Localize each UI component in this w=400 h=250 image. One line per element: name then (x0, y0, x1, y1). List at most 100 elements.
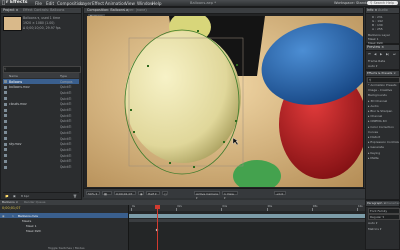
project-search-input[interactable]: ⚲ (3, 66, 81, 73)
tab-effects-presets[interactable]: Effects & Presets × (367, 71, 396, 75)
font-style-select[interactable]: Regular ▾ (368, 214, 400, 220)
viewer-controls: 50% ▾ ▦ 0;00;01;07 ◉ Half ▾ ▢ Active Cam… (84, 188, 365, 200)
next-frame-button[interactable]: ▶| (386, 52, 389, 56)
tab-render-queue[interactable]: Render Queue (24, 200, 46, 204)
project-item[interactable]: QuickTi (3, 96, 79, 101)
project-item[interactable]: QuickTi (3, 153, 79, 158)
comp-name-info: Balloons ▾, used 1 time (23, 16, 61, 20)
layer-property-row[interactable]: Mask Path (0, 228, 128, 233)
new-folder-icon[interactable]: 📁 (5, 194, 9, 198)
project-item[interactable]: QuickTi (3, 130, 79, 135)
project-item[interactable]: QuickTi (3, 108, 79, 113)
effects-item[interactable]: ▸ Channel (368, 114, 382, 118)
layer-row[interactable]: ◉ 1 Balloons.mov (0, 213, 128, 218)
menu-edit[interactable]: Edit (46, 1, 54, 6)
search-icon: ⚲ (4, 67, 7, 71)
toggle-switches-modes[interactable]: Toggle Switches / Modes (48, 246, 85, 250)
effects-item[interactable]: ▸ Keying (368, 151, 380, 155)
effects-item[interactable]: ▸ Expression Controls (368, 140, 399, 144)
project-item[interactable]: QuickTi (3, 147, 79, 152)
current-time-indicator-head[interactable] (155, 205, 160, 209)
new-comp-icon[interactable]: ▣ (13, 194, 16, 198)
effects-item[interactable]: Backgrounds (368, 93, 387, 97)
menu-help[interactable]: Help (152, 1, 162, 6)
last-frame-button[interactable]: ⏭ (393, 52, 396, 56)
first-frame-button[interactable]: ⏮ (368, 52, 371, 56)
effects-item[interactable]: ▸ CINEMA 4D (368, 119, 387, 123)
tab-preview[interactable]: Preview × (367, 45, 384, 49)
project-item[interactable]: clouds.mov QuickTi (3, 102, 79, 107)
menu-layer[interactable]: Layer (80, 1, 92, 6)
trash-icon[interactable]: 🗑 (73, 194, 77, 198)
tab-timeline-balloons[interactable]: Balloons × (2, 200, 18, 204)
bit-depth-label[interactable]: 8 bpc (21, 194, 29, 198)
grid-icon[interactable]: ▦ (102, 191, 112, 196)
timeline-layer-panel: 0;00;01;07 ◉ 1 Balloons.mov Masks Mask 1 Mask… (0, 205, 129, 250)
tab-composition[interactable]: Composition: Balloons × (87, 8, 129, 12)
timeline-timecode[interactable]: 0;00;01;07 (2, 206, 21, 210)
composition-frame[interactable] (87, 16, 363, 187)
current-time-indicator[interactable] (157, 205, 158, 250)
tab-layer[interactable]: Layer: (none) (124, 8, 147, 12)
leading-select[interactable]: Auto ▾ (368, 221, 377, 225)
ruler-tick (266, 208, 268, 211)
effects-item[interactable]: ▸ Distort (368, 135, 380, 139)
project-item[interactable]: QuickTi (3, 113, 79, 118)
project-item[interactable]: QuickTi (3, 136, 79, 141)
camera-select[interactable]: Active Camera ▾ (194, 191, 220, 200)
tab-paragraph[interactable]: Paragraph × (367, 201, 386, 205)
menu-view[interactable]: View (125, 1, 135, 6)
project-item[interactable]: QuickTi (3, 90, 79, 95)
layer-property-row[interactable]: Mask 1 (0, 223, 128, 228)
col-type-header[interactable]: Type (60, 74, 67, 78)
timeline-track-area[interactable]: 0s 02s 04s 06s 08s 10s (129, 205, 365, 250)
time-ruler[interactable]: 0s 02s 04s 06s 08s 10s (129, 205, 365, 211)
project-item[interactable]: QuickTi (3, 165, 79, 170)
tab-info[interactable]: Info × (367, 8, 377, 12)
visibility-eye-icon[interactable]: ◉ (2, 214, 5, 218)
effects-item[interactable]: * Animation Presets (368, 83, 397, 87)
search-help-input[interactable]: ⚲ Search Help (367, 0, 398, 6)
effects-item[interactable]: ▸ 3D Channel (368, 99, 387, 103)
resolution-select[interactable]: Half ▾ (146, 191, 160, 196)
layer-duration-bar[interactable] (129, 214, 365, 218)
project-item-name: clouds.mov (9, 102, 27, 107)
project-tabbar: Project × Effect Controls: Balloons (1, 8, 81, 14)
tab-effect-controls[interactable]: Effect Controls: Balloons (23, 8, 64, 12)
snapshot-icon[interactable]: ◉ (138, 191, 144, 196)
app-name[interactable]: r Effects (6, 0, 28, 5)
tab-character[interactable]: Character (385, 201, 400, 205)
col-name-header[interactable]: Name (9, 74, 18, 78)
zoom-select[interactable]: 50% ▾ (86, 191, 100, 196)
viewer-timecode[interactable]: 0;00;01;07 (114, 191, 136, 196)
effects-item[interactable]: ▸ Blur & Sharpen (368, 109, 392, 113)
region-icon[interactable]: ▢ (162, 191, 168, 196)
project-item[interactable]: Balloons Compos (3, 79, 79, 84)
exposure-value[interactable]: +0.0 (274, 191, 286, 196)
kerning-select[interactable]: Metrics ▾ (368, 227, 381, 231)
effects-item[interactable]: ▸ Matte (368, 156, 379, 160)
effects-item[interactable]: Image - Creative (368, 88, 392, 92)
tab-project[interactable]: Project × (3, 8, 19, 12)
footage-icon (4, 119, 7, 123)
project-item[interactable]: balloons.mov QuickTi (3, 85, 79, 90)
menu-animation[interactable]: Animation (105, 1, 126, 6)
effects-item[interactable]: ▸ Color Correction (368, 125, 394, 129)
layer-property-row[interactable]: Masks (0, 218, 128, 223)
views-select[interactable]: 1 View ▾ (222, 191, 238, 200)
play-button[interactable]: ▶ (380, 52, 382, 56)
project-item[interactable]: QuickTi (3, 119, 79, 124)
composition-image (87, 16, 363, 187)
project-item[interactable]: QuickTi (3, 125, 79, 130)
frame-rate-select[interactable]: Auto ▾ (368, 64, 377, 68)
menu-file[interactable]: File (35, 1, 42, 6)
effects-item[interactable]: ▸ Generate (368, 145, 384, 149)
menu-effect[interactable]: Effect (92, 1, 104, 6)
apple-icon[interactable]:  (2, 0, 5, 6)
tab-audio[interactable]: Audio (378, 8, 388, 12)
project-item[interactable]: QuickTi (3, 159, 79, 164)
effects-item[interactable]: Curves (368, 130, 378, 134)
prev-frame-button[interactable]: ◀ (374, 52, 376, 56)
effects-item[interactable]: ▸ Audio (368, 104, 379, 108)
project-item[interactable]: sky.mov QuickTi (3, 142, 79, 147)
